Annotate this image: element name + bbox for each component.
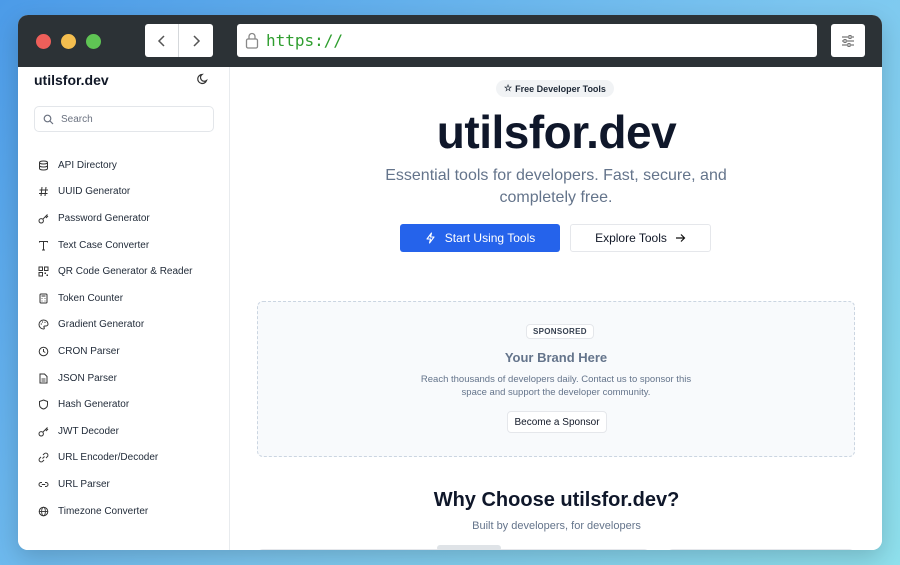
browser-titlebar: https:// xyxy=(18,15,882,67)
sidebar-item-label: Password Generator xyxy=(58,212,150,224)
explore-tools-button[interactable]: Explore Tools xyxy=(570,224,711,252)
sponsored-badge: SPONSORED xyxy=(526,324,594,339)
star-icon: ☆ xyxy=(504,83,513,93)
shield-icon xyxy=(39,399,48,410)
theme-toggle-button[interactable] xyxy=(197,72,209,90)
sponsor-title: Your Brand Here xyxy=(504,350,608,365)
horizontal-scrollbar[interactable] xyxy=(437,545,501,550)
moon-icon xyxy=(197,73,208,85)
sidebar-item-label: URL Parser xyxy=(58,478,110,490)
url-text[interactable]: https:// xyxy=(266,31,343,50)
address-bar[interactable]: https:// xyxy=(237,24,817,57)
start-using-tools-button[interactable]: Start Using Tools xyxy=(400,224,560,252)
sidebar-item-label: JWT Decoder xyxy=(58,425,119,437)
palette-icon xyxy=(38,319,49,330)
sidebar-item-label: URL Encoder/Decoder xyxy=(58,452,159,464)
hero-badge-label: Free Developer Tools xyxy=(515,83,606,94)
link-icon xyxy=(38,452,49,463)
forward-button[interactable] xyxy=(179,24,213,57)
sidebar-item-label: UUID Generator xyxy=(58,186,131,198)
close-window-button[interactable] xyxy=(36,34,51,49)
hero-title: utilsfor.dev xyxy=(436,106,677,158)
sidebar-item-jwt-decoder[interactable]: JWT Decoder xyxy=(38,418,193,445)
sidebar-item-label: JSON Parser xyxy=(58,372,117,384)
sidebar-item-gradient-generator[interactable]: Gradient Generator xyxy=(38,312,193,339)
chevron-left-icon xyxy=(157,34,165,47)
clock-icon xyxy=(38,346,49,357)
arrow-right-icon xyxy=(675,234,686,242)
sidebar-item-label: Gradient Generator xyxy=(58,319,145,331)
hero-subtitle: Essential tools for developers. Fast, se… xyxy=(385,167,727,206)
sidebar-item-cron-parser[interactable]: CRON Parser xyxy=(38,338,193,365)
back-button[interactable] xyxy=(145,24,179,57)
calculator-icon xyxy=(39,293,48,304)
type-icon xyxy=(39,240,48,251)
browser-window: https:// utilsfor.dev Search API Directo… xyxy=(18,15,882,550)
sidebar-item-label: Text Case Converter xyxy=(58,239,150,251)
sidebar-item-label: CRON Parser xyxy=(58,345,120,357)
sidebar-item-text-case-converter[interactable]: Text Case Converter xyxy=(38,232,193,259)
sidebar-item-qr-code-generator[interactable]: QR Code Generator & Reader xyxy=(38,258,193,285)
sidebar-item-timezone-converter[interactable]: Timezone Converter xyxy=(38,498,193,525)
main-content: ☆ Free Developer Tools utilsfor.dev Esse… xyxy=(231,67,882,550)
sidebar-item-api-directory[interactable]: API Directory xyxy=(38,152,193,179)
maximize-window-button[interactable] xyxy=(86,34,101,49)
sidebar-item-password-generator[interactable]: Password Generator xyxy=(38,205,193,232)
search-icon xyxy=(43,114,54,124)
sponsor-banner: SPONSORED Your Brand Here Reach thousand… xyxy=(257,301,855,457)
file-icon xyxy=(39,373,48,384)
search-input[interactable]: Search xyxy=(34,106,214,132)
key-icon xyxy=(38,426,49,437)
lock-icon xyxy=(245,32,259,49)
database-icon xyxy=(39,160,48,171)
sidebar-item-label: QR Code Generator & Reader xyxy=(58,266,193,278)
link-icon xyxy=(38,481,49,487)
why-section-title: Why Choose utilsfor.dev? xyxy=(433,489,680,511)
key-icon xyxy=(38,214,49,224)
sliders-icon xyxy=(842,34,854,47)
search-placeholder: Search xyxy=(61,113,93,125)
minimize-window-button[interactable] xyxy=(61,34,76,49)
sidebar-item-label: Hash Generator xyxy=(58,399,130,411)
sidebar-item-uuid-generator[interactable]: UUID Generator xyxy=(38,179,193,206)
lightning-icon xyxy=(426,232,435,244)
sidebar-brand[interactable]: utilsfor.dev xyxy=(34,72,109,88)
sidebar-item-url-parser[interactable]: URL Parser xyxy=(38,471,193,498)
sidebar-item-label: Token Counter xyxy=(58,292,124,304)
explore-tools-label: Explore Tools xyxy=(595,231,667,245)
sidebar: utilsfor.dev Search API Directory UUID G… xyxy=(18,67,230,550)
sidebar-item-token-counter[interactable]: Token Counter xyxy=(38,285,193,312)
sidebar-item-label: API Directory xyxy=(58,159,117,171)
hero-badge: ☆ Free Developer Tools xyxy=(496,80,614,97)
sidebar-item-hash-generator[interactable]: Hash Generator xyxy=(38,391,193,418)
sidebar-item-url-encoder-decoder[interactable]: URL Encoder/Decoder xyxy=(38,445,193,472)
feature-card xyxy=(257,549,445,550)
qr-code-icon xyxy=(38,266,49,277)
start-using-tools-label: Start Using Tools xyxy=(444,231,536,245)
sponsor-text: Reach thousands of developers daily. Con… xyxy=(420,374,692,398)
sidebar-item-label: Timezone Converter xyxy=(58,505,149,517)
sidebar-item-json-parser[interactable]: JSON Parser xyxy=(38,365,193,392)
sidebar-nav: API Directory UUID Generator Password Ge… xyxy=(38,152,193,524)
feature-card xyxy=(667,549,855,550)
hash-icon xyxy=(39,187,48,197)
browser-settings-button[interactable] xyxy=(831,24,865,57)
why-section-subtitle: Built by developers, for developers xyxy=(472,520,641,532)
chevron-right-icon xyxy=(193,34,201,47)
become-sponsor-button[interactable]: Become a Sponsor xyxy=(507,411,607,433)
globe-icon xyxy=(38,506,49,516)
